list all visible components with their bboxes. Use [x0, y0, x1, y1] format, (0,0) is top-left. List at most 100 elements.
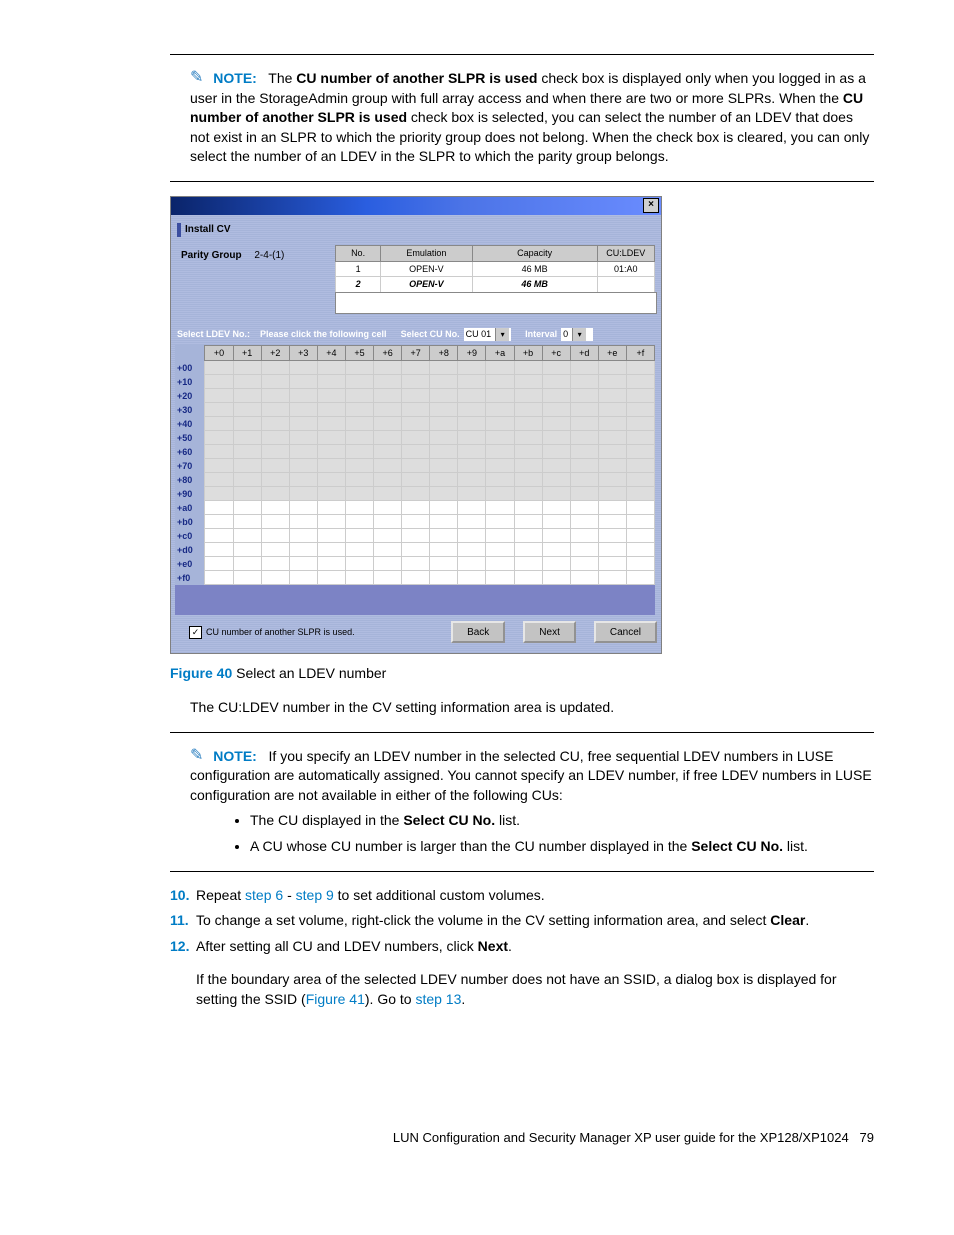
grid-cell[interactable]	[233, 543, 261, 557]
grid-cell[interactable]	[261, 487, 289, 501]
grid-cell[interactable]	[430, 445, 458, 459]
grid-cell[interactable]	[514, 557, 542, 571]
grid-cell[interactable]	[205, 571, 233, 585]
grid-cell[interactable]	[205, 473, 233, 487]
grid-cell[interactable]	[514, 403, 542, 417]
table-row-selected[interactable]: 2 OPEN-V 46 MB	[336, 277, 655, 293]
grid-cell[interactable]	[458, 473, 486, 487]
grid-cell[interactable]	[430, 389, 458, 403]
grid-cell[interactable]	[486, 417, 514, 431]
chevron-down-icon[interactable]: ▾	[572, 328, 586, 341]
grid-cell[interactable]	[345, 501, 373, 515]
grid-cell[interactable]	[345, 389, 373, 403]
grid-cell[interactable]	[233, 375, 261, 389]
table-row[interactable]: 1 OPEN-V 46 MB 01:A0	[336, 261, 655, 277]
grid-cell[interactable]	[430, 529, 458, 543]
grid-cell[interactable]	[598, 487, 626, 501]
grid-cell[interactable]	[205, 543, 233, 557]
grid-cell[interactable]	[402, 473, 430, 487]
grid-cell[interactable]	[542, 473, 570, 487]
grid-cell[interactable]	[542, 529, 570, 543]
grid-cell[interactable]	[598, 543, 626, 557]
grid-cell[interactable]	[486, 487, 514, 501]
link-step6[interactable]: step 6	[245, 887, 283, 903]
grid-cell[interactable]	[289, 459, 317, 473]
grid-cell[interactable]	[289, 529, 317, 543]
cu-combo[interactable]: CU 01▾	[464, 328, 512, 341]
link-figure41[interactable]: Figure 41	[306, 991, 365, 1007]
grid-cell[interactable]	[233, 389, 261, 403]
grid-cell[interactable]	[542, 487, 570, 501]
grid-cell[interactable]	[430, 515, 458, 529]
grid-cell[interactable]	[458, 361, 486, 375]
grid-cell[interactable]	[402, 445, 430, 459]
grid-cell[interactable]	[542, 417, 570, 431]
grid-cell[interactable]	[542, 571, 570, 585]
grid-cell[interactable]	[205, 361, 233, 375]
grid-cell[interactable]	[570, 571, 598, 585]
grid-cell[interactable]	[570, 543, 598, 557]
grid-cell[interactable]	[542, 403, 570, 417]
grid-cell[interactable]	[514, 487, 542, 501]
grid-cell[interactable]	[289, 417, 317, 431]
grid-cell[interactable]	[317, 403, 345, 417]
grid-cell[interactable]	[205, 403, 233, 417]
next-button[interactable]: Next	[523, 621, 576, 643]
grid-cell[interactable]	[289, 543, 317, 557]
grid-cell[interactable]	[542, 361, 570, 375]
grid-cell[interactable]	[598, 515, 626, 529]
grid-cell[interactable]	[205, 459, 233, 473]
grid-cell[interactable]	[514, 501, 542, 515]
grid-cell[interactable]	[486, 403, 514, 417]
grid-cell[interactable]	[261, 557, 289, 571]
grid-cell[interactable]	[430, 571, 458, 585]
grid-cell[interactable]	[374, 417, 402, 431]
grid-cell[interactable]	[289, 473, 317, 487]
grid-cell[interactable]	[458, 375, 486, 389]
grid-cell[interactable]	[486, 557, 514, 571]
grid-cell[interactable]	[233, 361, 261, 375]
grid-cell[interactable]	[598, 445, 626, 459]
grid-cell[interactable]	[289, 375, 317, 389]
grid-cell[interactable]	[430, 487, 458, 501]
grid-cell[interactable]	[598, 361, 626, 375]
grid-cell[interactable]	[542, 375, 570, 389]
grid-cell[interactable]	[514, 515, 542, 529]
grid-cell[interactable]	[570, 389, 598, 403]
grid-cell[interactable]	[317, 361, 345, 375]
grid-cell[interactable]	[402, 543, 430, 557]
grid-cell[interactable]	[317, 515, 345, 529]
grid-cell[interactable]	[570, 375, 598, 389]
grid-cell[interactable]	[374, 445, 402, 459]
link-step9[interactable]: step 9	[296, 887, 334, 903]
grid-cell[interactable]	[289, 445, 317, 459]
grid-cell[interactable]	[402, 417, 430, 431]
grid-cell[interactable]	[626, 417, 654, 431]
interval-combo[interactable]: 0▾	[561, 328, 593, 341]
grid-cell[interactable]	[626, 389, 654, 403]
grid-cell[interactable]	[458, 417, 486, 431]
grid-cell[interactable]	[570, 515, 598, 529]
grid-cell[interactable]	[598, 431, 626, 445]
grid-cell[interactable]	[317, 543, 345, 557]
grid-cell[interactable]	[542, 459, 570, 473]
grid-cell[interactable]	[317, 473, 345, 487]
grid-cell[interactable]	[514, 473, 542, 487]
grid-cell[interactable]	[486, 459, 514, 473]
grid-cell[interactable]	[233, 431, 261, 445]
grid-cell[interactable]	[289, 487, 317, 501]
grid-cell[interactable]	[205, 529, 233, 543]
grid-cell[interactable]	[626, 571, 654, 585]
grid-cell[interactable]	[542, 389, 570, 403]
grid-cell[interactable]	[261, 417, 289, 431]
grid-cell[interactable]	[542, 445, 570, 459]
grid-cell[interactable]	[458, 571, 486, 585]
grid-cell[interactable]	[374, 543, 402, 557]
grid-cell[interactable]	[542, 501, 570, 515]
grid-cell[interactable]	[233, 487, 261, 501]
grid-cell[interactable]	[261, 389, 289, 403]
slpr-checkbox[interactable]: ✓	[189, 626, 202, 639]
grid-cell[interactable]	[598, 375, 626, 389]
grid-cell[interactable]	[233, 417, 261, 431]
grid-cell[interactable]	[345, 417, 373, 431]
